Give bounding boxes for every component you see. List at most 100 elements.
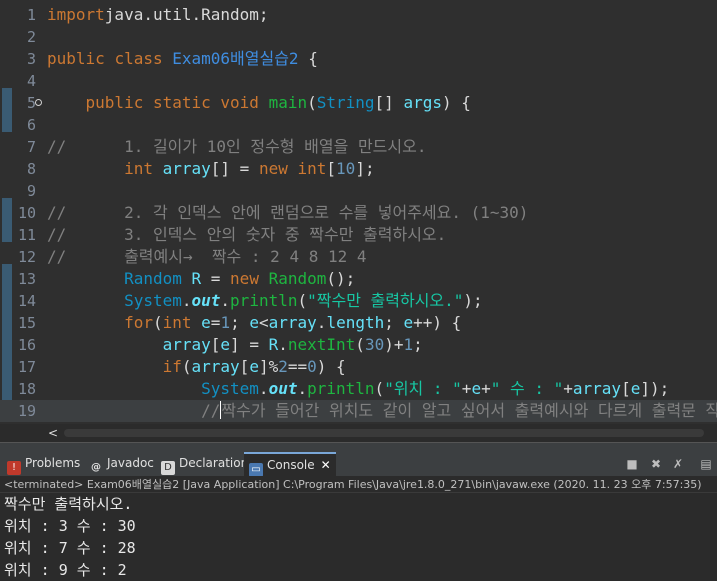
code-line[interactable]: 7 // 1. 길이가 10인 정수형 배열을 만드시오. (0, 136, 717, 158)
code-line[interactable]: 1 importjava.util.Random; (0, 4, 717, 26)
code-line[interactable]: 4 (0, 70, 717, 92)
line-number: 3 (26, 50, 36, 68)
code-token: e (630, 379, 641, 398)
console-output[interactable]: 짝수만 출력하시오. 위치 : 3 수 : 30 위치 : 7 수 : 28 위… (0, 493, 717, 581)
code-token: R (268, 335, 279, 354)
code-line[interactable]: 9 (0, 180, 717, 202)
horizontal-scrollbar[interactable]: < (44, 424, 717, 442)
tab-label: Console (267, 458, 315, 472)
code-token: [] (374, 93, 404, 112)
line-number: 16 (17, 336, 36, 354)
code-token: ( (152, 313, 163, 332)
code-token: [ (621, 379, 631, 398)
line-number: 7 (26, 138, 36, 156)
code-token: " 수 : " (490, 379, 564, 398)
code-token: ] = (230, 335, 269, 354)
code-token: == (287, 357, 308, 376)
code-token: ]); (640, 379, 670, 398)
code-token: . (278, 335, 288, 354)
panel-divider[interactable] (0, 442, 717, 452)
line-number: 4 (26, 72, 36, 90)
code-token: int (297, 159, 327, 178)
code-line[interactable]: 15 for(int e=1; e<array.length; e++) { (0, 312, 717, 334)
code-line[interactable]: 13 Random R = new Random(); (0, 268, 717, 290)
code-line[interactable]: 14 System.out.println("짝수만 출력하시오."); (0, 290, 717, 312)
close-icon[interactable]: ✕ (321, 458, 331, 472)
code-token: Random (268, 269, 327, 288)
code-token: [ (210, 335, 221, 354)
code-token: 2 (278, 357, 288, 376)
code-line[interactable]: 2 (0, 26, 717, 48)
code-token: String (316, 93, 375, 112)
scroll-left-arrow[interactable]: < (48, 424, 58, 442)
code-token: Exam06배열실습2 (172, 49, 299, 68)
tab-label: Javadoc (107, 456, 154, 470)
tab-console[interactable]: ▭ Console ✕ (244, 452, 336, 477)
code-token: args (403, 93, 442, 112)
remove-all-icon[interactable]: ✗ (670, 456, 686, 472)
code-token: e (403, 313, 414, 332)
display-console-icon[interactable]: ▤ (698, 456, 714, 472)
code-line[interactable]: 8 int array[] = new int[10]; (0, 158, 717, 180)
code-token: "위치 : " (384, 379, 462, 398)
code-token: ( (181, 357, 192, 376)
code-token: ( (374, 379, 385, 398)
code-token: e (249, 357, 259, 376)
code-token: 짝수가 들어간 위치도 같이 알고 싶어서 출력예시와 다르게 출력문 작성 (221, 401, 717, 420)
line-number: 12 (17, 248, 36, 266)
code-line[interactable]: 12 // 출력예시→ 짝수 : 2 4 8 12 4 (0, 246, 717, 268)
code-token: ( (297, 291, 308, 310)
tab-label: Problems (25, 456, 81, 470)
views-tab-bar: ! Problems @ Javadoc D Declaration ▭ Console… (0, 452, 717, 477)
code-line[interactable]: 16 array[e] = R.nextInt(30)+1; (0, 334, 717, 356)
code-text: //짝수가 들어간 위치도 같이 알고 싶어서 출력예시와 다르게 출력문 작성 (47, 400, 717, 422)
code-line[interactable]: 18 System.out.println("위치 : "+e+" 수 : "+… (0, 378, 717, 400)
scroll-track[interactable] (64, 429, 704, 437)
code-token: main (268, 93, 308, 112)
code-token: ); (463, 291, 483, 310)
code-token: 30 (364, 335, 385, 354)
code-token: array (162, 335, 211, 354)
code-token: 1 (403, 335, 414, 354)
tab-problems[interactable]: ! Problems (2, 452, 81, 476)
stop-icon[interactable]: ■ (624, 456, 640, 472)
code-token: ; (413, 335, 423, 354)
code-token: public (47, 49, 105, 68)
code-token: int (124, 159, 153, 178)
line-number: 13 (17, 270, 36, 288)
code-token: ]% (258, 357, 279, 376)
code-token: e (471, 379, 482, 398)
line-number: 8 (26, 160, 36, 178)
tab-javadoc[interactable]: @ Javadoc (84, 452, 154, 476)
code-line[interactable]: 11 // 3. 인덱스 안의 숫자 중 짝수만 출력하시오. (0, 224, 717, 246)
code-token: out (268, 379, 298, 398)
remove-launch-icon[interactable]: ✖ (648, 456, 664, 472)
code-text: importjava.util.Random; (47, 4, 269, 26)
code-line[interactable]: 5 public static void main(String[] args)… (0, 92, 717, 114)
tab-declaration[interactable]: D Declaration (156, 452, 248, 476)
code-line[interactable]: 19 //짝수가 들어간 위치도 같이 알고 싶어서 출력예시와 다르게 출력문… (0, 400, 717, 422)
line-number: 19 (17, 402, 36, 420)
code-text: public static void main(String[] args) { (47, 92, 471, 114)
code-line[interactable]: 10 // 2. 각 인덱스 안에 랜덤으로 수를 넣어주세요. (1~30) (0, 202, 717, 224)
code-text: public class Exam06배열실습2 { (47, 48, 318, 70)
code-token: [ (326, 159, 337, 178)
code-line[interactable]: 17 if(array[e]%2==0) { (0, 356, 717, 378)
line-number: 17 (17, 358, 36, 376)
code-token: // 2. 각 인덱스 안에 랜덤으로 수를 넣어주세요. (1~30) (47, 203, 529, 222)
code-line[interactable]: 3 public class Exam06배열실습2 { (0, 48, 717, 70)
code-token: array (162, 159, 211, 178)
code-token: . (316, 313, 327, 332)
code-text: System.out.println("짝수만 출력하시오."); (47, 290, 483, 312)
code-token: // 3. 인덱스 안의 숫자 중 짝수만 출력하시오. (47, 225, 447, 244)
console-line: 짝수만 출력하시오. (4, 495, 133, 513)
code-token: int (162, 313, 192, 332)
fold-toggle-icon[interactable] (35, 99, 42, 106)
code-line[interactable]: 6 (0, 114, 717, 136)
code-token: ]; (355, 159, 375, 178)
code-editor[interactable]: 1 importjava.util.Random; 2 3 public class E… (0, 0, 717, 424)
